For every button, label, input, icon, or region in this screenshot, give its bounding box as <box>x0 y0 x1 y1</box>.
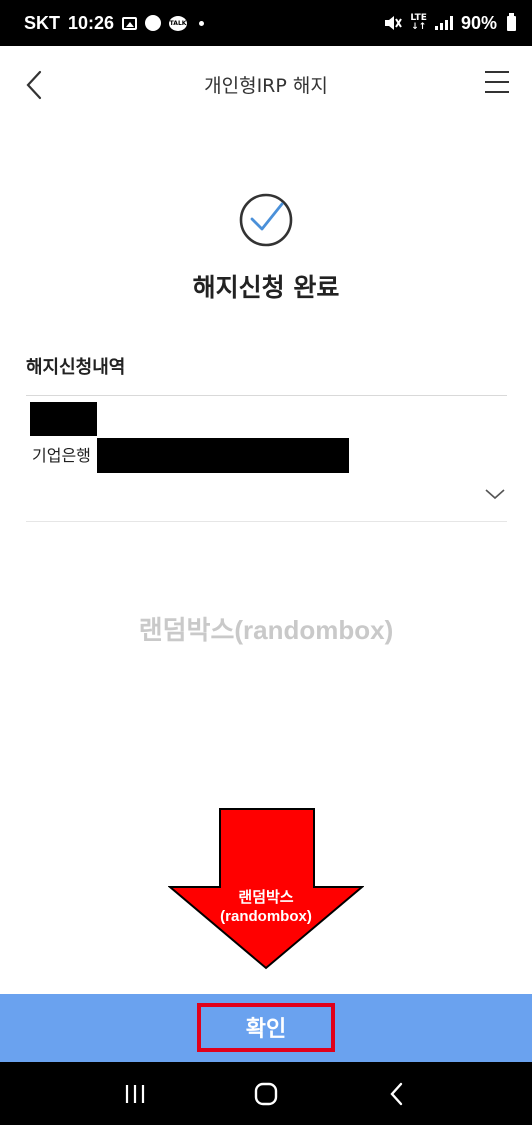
section-title: 해지신청내역 <box>26 357 126 378</box>
chevron-left-icon <box>26 70 42 100</box>
menu-button[interactable] <box>484 70 510 94</box>
back-icon <box>390 1082 402 1105</box>
more-notifications-dot <box>199 20 205 26</box>
completion-title: 해지신청 완료 <box>192 273 340 302</box>
mute-icon <box>384 15 403 31</box>
lte-icon: LTE ↓↑ <box>410 14 427 32</box>
recent-apps-button[interactable] <box>115 1074 155 1114</box>
bank-name: 기업은행 <box>32 446 91 465</box>
signal-icon <box>434 16 453 30</box>
app-header: 개인형IRP 해지 <box>0 46 532 122</box>
home-button[interactable] <box>246 1074 286 1114</box>
navigation-bar <box>0 1062 532 1125</box>
recent-apps-icon <box>126 1084 145 1103</box>
battery-icon <box>507 12 516 31</box>
annotation-label: 랜덤박스 (randombox) <box>168 888 364 926</box>
check-circle-icon <box>239 193 293 247</box>
annotation-line-2: (randombox) <box>220 908 312 925</box>
status-bar: SKT 10:26 TALK LTE ↓↑ 90% <box>0 0 532 46</box>
app-notification-icon <box>145 15 162 31</box>
carrier-label: SKT <box>24 12 60 33</box>
watermark: 랜덤박스(randombox) <box>138 615 394 645</box>
chevron-down-icon <box>485 489 505 500</box>
nav-back-button[interactable] <box>377 1074 417 1114</box>
confirm-label: 확인 <box>245 1017 287 1042</box>
divider <box>26 395 507 396</box>
page-title: 개인형IRP 해지 <box>204 74 328 97</box>
kakaotalk-icon: TALK <box>169 15 188 31</box>
gallery-icon <box>122 16 138 30</box>
lte-arrows: ↓↑ <box>411 22 427 32</box>
back-button[interactable] <box>22 68 52 102</box>
redacted-account-block <box>97 438 349 473</box>
home-icon <box>254 1082 278 1105</box>
annotation-line-1: 랜덤박스 <box>238 889 294 906</box>
divider <box>26 521 507 522</box>
status-right: LTE ↓↑ 90% <box>384 12 516 34</box>
hamburger-icon <box>485 71 509 93</box>
redacted-block <box>30 402 97 436</box>
battery-percent: 90% <box>460 12 497 33</box>
expand-details-button[interactable] <box>484 486 506 502</box>
status-left: SKT 10:26 TALK <box>24 12 205 34</box>
clock: 10:26 <box>68 12 115 33</box>
